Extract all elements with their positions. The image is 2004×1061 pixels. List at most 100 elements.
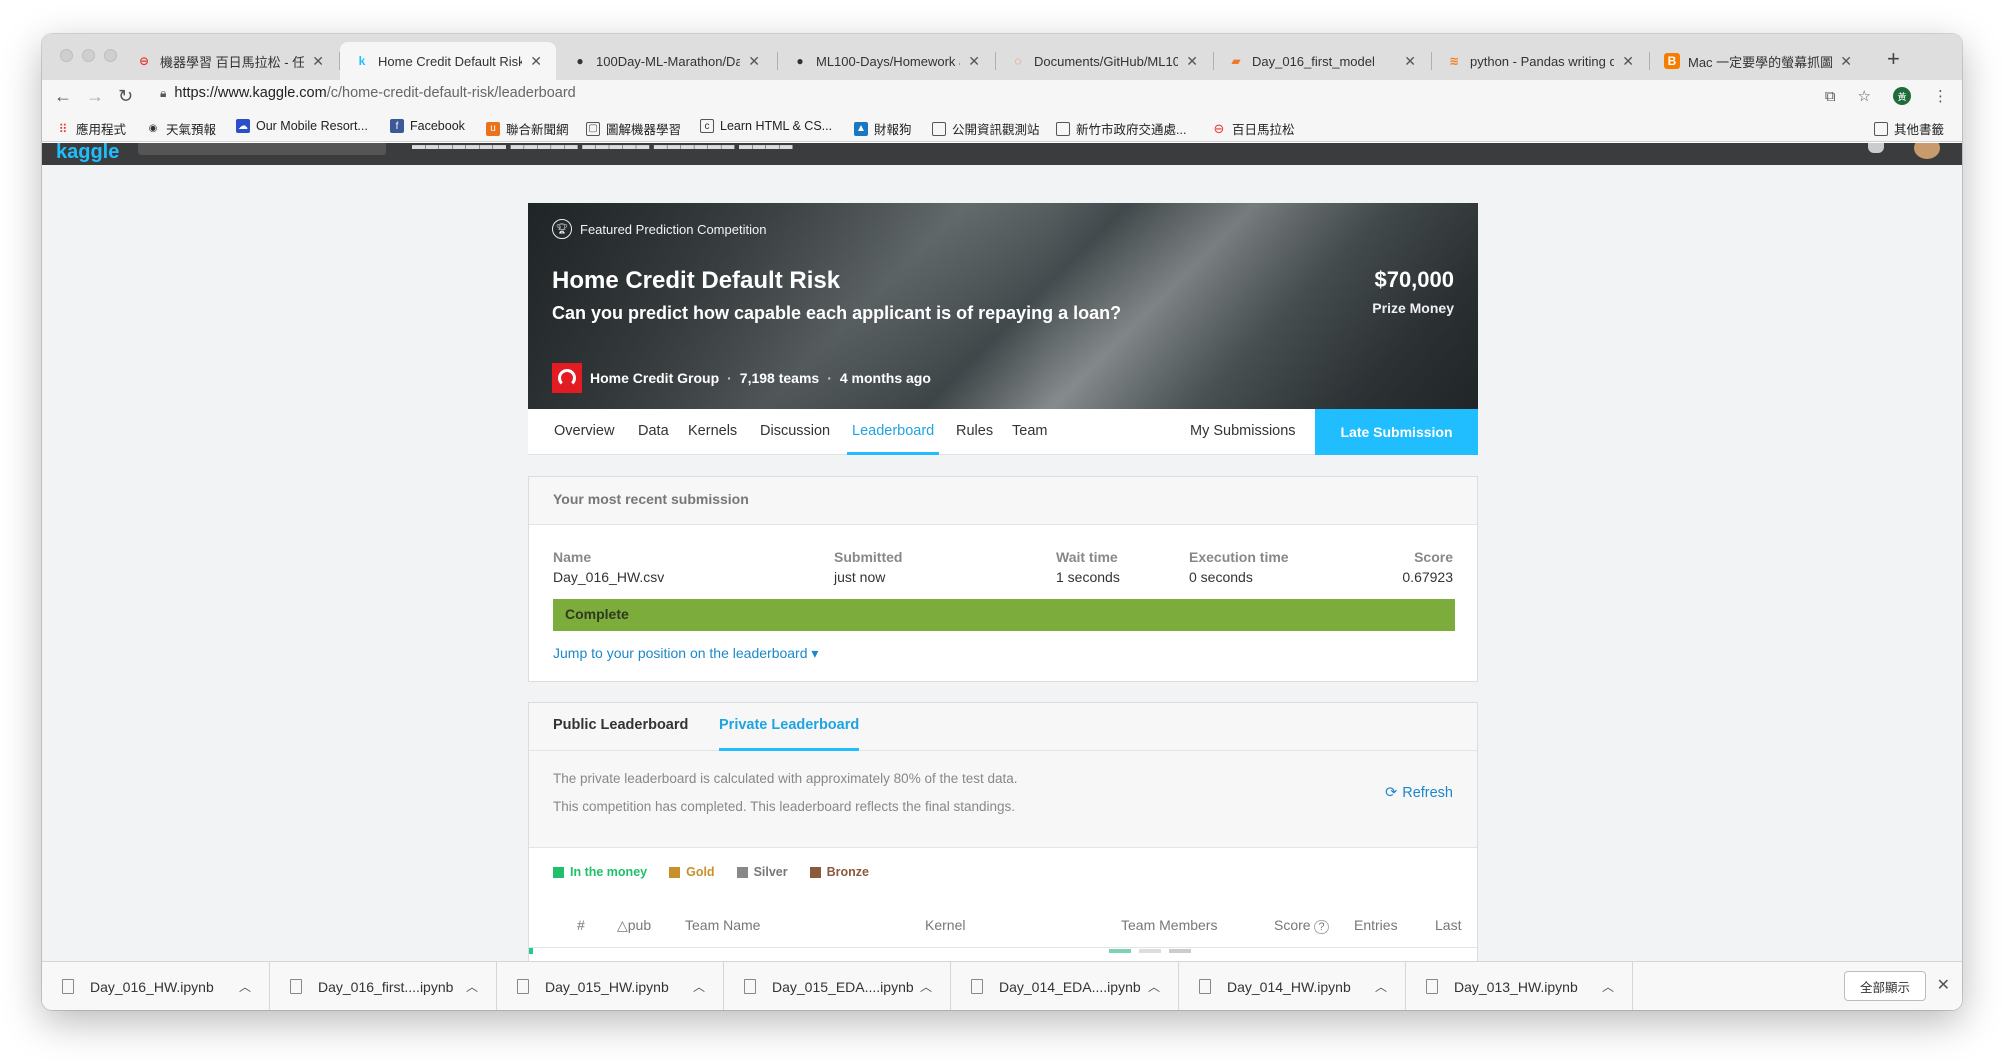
submission-execution-time: Execution time 0 seconds [1189, 549, 1289, 585]
col-last[interactable]: Last [1435, 917, 1461, 933]
red-circle-icon: ⊖ [138, 54, 150, 68]
table-row[interactable] [529, 947, 1477, 954]
back-icon[interactable]: ← [54, 86, 72, 107]
translate-icon[interactable]: ⧉ [1825, 88, 1836, 105]
bookmark-item[interactable]: 新竹市政府交通處... [1056, 119, 1186, 138]
browser-tab[interactable]: ◌ Documents/GitHub/ML100 ✕ [996, 42, 1212, 80]
chevron-up-icon[interactable]: ︿ [239, 978, 251, 995]
team-count[interactable]: 7,198 teams [740, 370, 819, 386]
tab-leaderboard[interactable]: Leaderboard [852, 423, 934, 439]
zoom-window-button[interactable] [104, 49, 117, 62]
chevron-up-icon[interactable]: ︿ [693, 978, 705, 995]
col-rank[interactable]: # [577, 917, 585, 933]
close-tab-icon[interactable]: ✕ [748, 53, 760, 70]
profile-avatar[interactable]: 黃 [1893, 87, 1911, 105]
col-delta-public[interactable]: △pub [617, 917, 651, 934]
download-item[interactable]: Day_013_HW.ipynb ︿ [1406, 962, 1633, 1010]
bookmark-item[interactable]: ▲ 財報狗 [854, 119, 912, 138]
my-submissions-link[interactable]: My Submissions [1190, 423, 1296, 439]
close-tab-icon[interactable]: ✕ [530, 53, 542, 70]
tab-kernels[interactable]: Kernels [688, 423, 737, 439]
close-tab-icon[interactable]: ✕ [1840, 53, 1852, 70]
browser-tab[interactable]: ⊖ 機器學習 百日馬拉松 - 任務 ✕ [122, 42, 338, 80]
close-tab-icon[interactable]: ✕ [1622, 53, 1634, 70]
tab-team[interactable]: Team [1012, 423, 1047, 439]
chevron-up-icon[interactable]: ︿ [1375, 978, 1387, 995]
browser-tab-active[interactable]: k Home Credit Default Risk | K ✕ [340, 42, 556, 80]
bookmark-item[interactable]: ⠿ 應用程式 [56, 119, 126, 138]
recent-submission-card: Your most recent submission Name Day_016… [528, 476, 1478, 682]
bookmark-item[interactable]: ◉ 天氣預報 [146, 119, 216, 138]
new-tab-icon[interactable]: + [1887, 46, 1900, 72]
download-item[interactable]: Day_016_HW.ipynb ︿ [42, 962, 270, 1010]
late-submission-button[interactable]: Late Submission [1315, 409, 1478, 455]
site-nav[interactable]: ▬▬▬▬▬▬▬ ▬▬▬▬▬ ▬▬▬▬▬ ▬▬▬▬▬▬ ▬▬▬▬ [412, 143, 793, 152]
col-team-members[interactable]: Team Members [1121, 917, 1217, 933]
url-bar[interactable]: 🔒︎ https://www.kaggle.com/c/home-credit-… [160, 85, 576, 101]
in-the-money-marker [529, 948, 533, 954]
kaggle-k-icon: k [358, 54, 366, 68]
legend-item: In the money [553, 865, 647, 879]
tab-discussion[interactable]: Discussion [760, 423, 830, 439]
bookmark-star-icon[interactable]: ☆ [1858, 87, 1871, 105]
tab-public-leaderboard[interactable]: Public Leaderboard [553, 717, 688, 733]
host-name[interactable]: Home Credit Group [590, 370, 719, 386]
col-score[interactable]: Score ? [1274, 917, 1329, 934]
close-tab-icon[interactable]: ✕ [1186, 53, 1198, 70]
tab-data[interactable]: Data [638, 423, 669, 439]
window-controls[interactable] [60, 49, 117, 62]
site-search-input[interactable] [138, 143, 386, 155]
download-item[interactable]: Day_015_HW.ipynb ︿ [497, 962, 724, 1010]
eye-icon: ◉ [148, 123, 158, 134]
col-team-name[interactable]: Team Name [685, 917, 760, 933]
home-credit-logo[interactable] [552, 363, 582, 393]
browser-tab[interactable]: ● ML100-Days/Homework at ✕ [778, 42, 994, 80]
notifications-bell-icon[interactable] [1868, 143, 1884, 153]
file-icon [1426, 979, 1438, 994]
close-tab-icon[interactable]: ✕ [1404, 53, 1416, 70]
other-bookmarks[interactable]: 其他書籤 [1874, 119, 1944, 138]
bookmark-item[interactable]: c Learn HTML & CS... [700, 119, 832, 133]
kaggle-logo[interactable]: kaggle [56, 143, 119, 164]
bookmark-item[interactable]: f Facebook [390, 119, 465, 133]
chevron-up-icon[interactable]: ︿ [466, 978, 478, 995]
browser-tab[interactable]: ≋ python - Pandas writing da ✕ [1432, 42, 1648, 80]
download-item[interactable]: Day_015_EDA....ipynb ︿ [724, 962, 951, 1010]
chevron-up-icon[interactable]: ︿ [1148, 978, 1160, 995]
page-content: 🏆︎ Featured Prediction Competition Home … [42, 165, 1962, 961]
download-item[interactable]: Day_014_HW.ipynb ︿ [1179, 962, 1406, 1010]
kaggle-site-header: kaggle ▬▬▬▬▬▬▬ ▬▬▬▬▬ ▬▬▬▬▬ ▬▬▬▬▬▬ ▬▬▬▬ [42, 143, 1962, 165]
bookmark-item[interactable]: ▢ 圖解機器學習 [586, 119, 681, 138]
close-tab-icon[interactable]: ✕ [968, 53, 980, 70]
refresh-button[interactable]: ⟳ Refresh [1385, 785, 1453, 801]
col-kernel[interactable]: Kernel [925, 917, 965, 933]
close-tab-icon[interactable]: ✕ [312, 53, 324, 70]
tab-private-leaderboard[interactable]: Private Leaderboard [719, 717, 859, 733]
bookmark-item[interactable]: 公開資訊觀測站 [932, 119, 1040, 138]
reload-icon[interactable]: ↻ [118, 86, 133, 107]
bookmark-item[interactable]: u 聯合新聞網 [486, 119, 569, 138]
close-window-button[interactable] [60, 49, 73, 62]
tab-overview[interactable]: Overview [554, 423, 614, 439]
submission-wait-time: Wait time 1 seconds [1056, 549, 1120, 585]
close-icon[interactable]: ✕ [1937, 975, 1950, 995]
menu-kebab-icon[interactable]: ⋮ [1933, 87, 1948, 105]
download-item[interactable]: Day_016_first....ipynb ︿ [270, 962, 497, 1010]
chevron-up-icon[interactable]: ︿ [920, 978, 932, 995]
stackoverflow-icon: ≋ [1448, 54, 1460, 68]
chevron-up-icon[interactable]: ︿ [1602, 978, 1614, 995]
show-all-downloads-button[interactable]: 全部顯示 [1844, 971, 1926, 1001]
col-entries[interactable]: Entries [1354, 917, 1398, 933]
forward-icon[interactable]: → [86, 86, 104, 107]
bookmark-item[interactable]: ⊖ 百日馬拉松 [1212, 119, 1295, 138]
help-icon[interactable]: ? [1314, 920, 1329, 934]
tab-rules[interactable]: Rules [956, 423, 993, 439]
minimize-window-button[interactable] [82, 49, 95, 62]
browser-tab[interactable]: ▰ Day_016_first_model ✕ [1214, 42, 1430, 80]
user-avatar[interactable] [1914, 143, 1940, 159]
browser-tab[interactable]: ● 100Day-ML-Marathon/Day ✕ [558, 42, 774, 80]
bookmark-item[interactable]: ☁ Our Mobile Resort... [236, 119, 368, 133]
browser-tab[interactable]: B Mac 一定要學的螢幕抓圖技 ✕ [1650, 42, 1866, 80]
download-item[interactable]: Day_014_EDA....ipynb ︿ [951, 962, 1179, 1010]
jump-to-position-link[interactable]: Jump to your position on the leaderboard… [553, 645, 818, 662]
